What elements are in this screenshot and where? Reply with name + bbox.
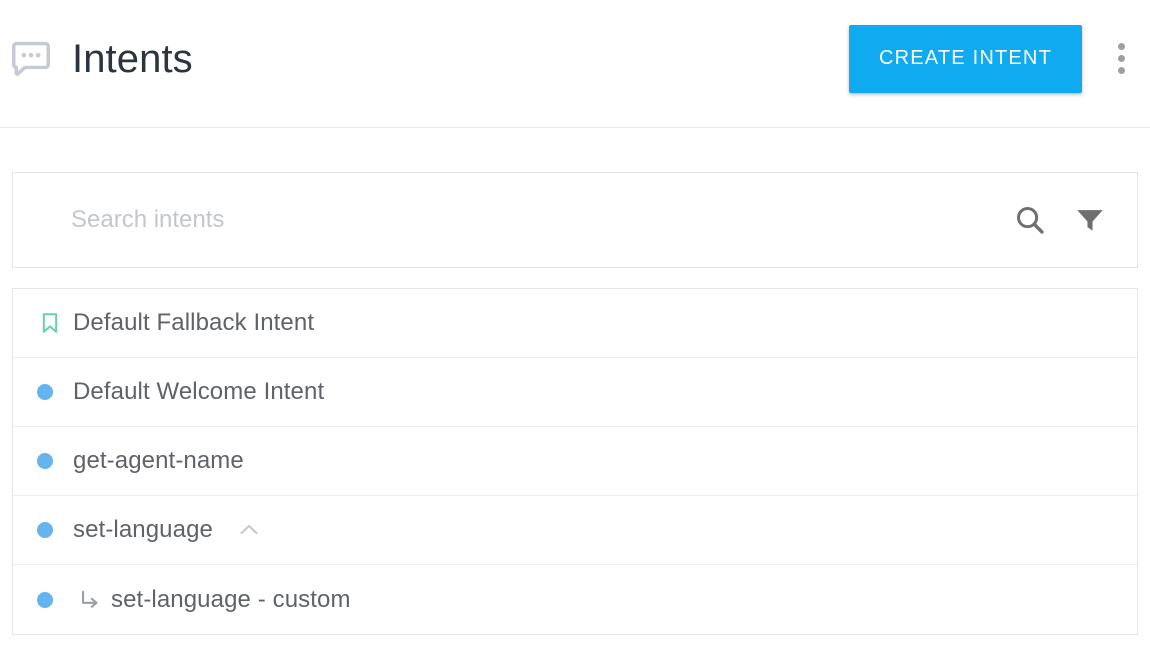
intent-list-item[interactable]: set-language - custom: [13, 565, 1137, 634]
intent-list-item[interactable]: Default Welcome Intent: [13, 358, 1137, 427]
header-actions: CREATE INTENT: [848, 24, 1138, 93]
dot-icon: [37, 453, 73, 469]
more-vertical-icon[interactable]: [1104, 33, 1138, 85]
search-icon[interactable]: [1011, 201, 1049, 239]
intent-list-item[interactable]: get-agent-name: [13, 427, 1137, 496]
create-intent-button[interactable]: CREATE INTENT: [848, 24, 1082, 93]
intent-name: Default Fallback Intent: [73, 309, 315, 336]
page-header: Intents CREATE INTENT: [0, 0, 1150, 128]
intent-name: Default Welcome Intent: [73, 378, 325, 405]
chevron-up-icon[interactable]: [235, 516, 263, 544]
kebab-dot: [1117, 67, 1125, 74]
status-dot: [37, 522, 53, 538]
kebab-dot: [1117, 43, 1125, 50]
search-bar[interactable]: [12, 172, 1138, 268]
status-dot: [37, 384, 53, 400]
status-dot: [37, 453, 53, 469]
search-bar-icons: [1011, 201, 1109, 239]
dot-icon: [37, 591, 73, 608]
bookmark-icon: [37, 310, 73, 336]
page-title: Intents: [72, 36, 193, 81]
status-dot: [37, 591, 53, 608]
intent-list: Default Fallback Intent Default Welcome …: [12, 288, 1138, 635]
subdirectory-arrow-right-icon: [73, 587, 107, 613]
filter-icon[interactable]: [1071, 201, 1109, 239]
intent-name: set-language - custom: [111, 585, 351, 613]
intent-list-item[interactable]: set-language: [13, 496, 1137, 565]
dot-icon: [37, 384, 73, 400]
chat-bubble-dots-icon: [8, 36, 54, 82]
intent-list-item[interactable]: Default Fallback Intent: [13, 289, 1137, 358]
title-group: Intents: [8, 36, 193, 82]
intent-name: set-language: [73, 516, 213, 543]
search-input[interactable]: [71, 206, 1011, 234]
intent-name: get-agent-name: [73, 447, 244, 474]
kebab-dot: [1117, 55, 1125, 62]
dot-icon: [37, 522, 73, 538]
